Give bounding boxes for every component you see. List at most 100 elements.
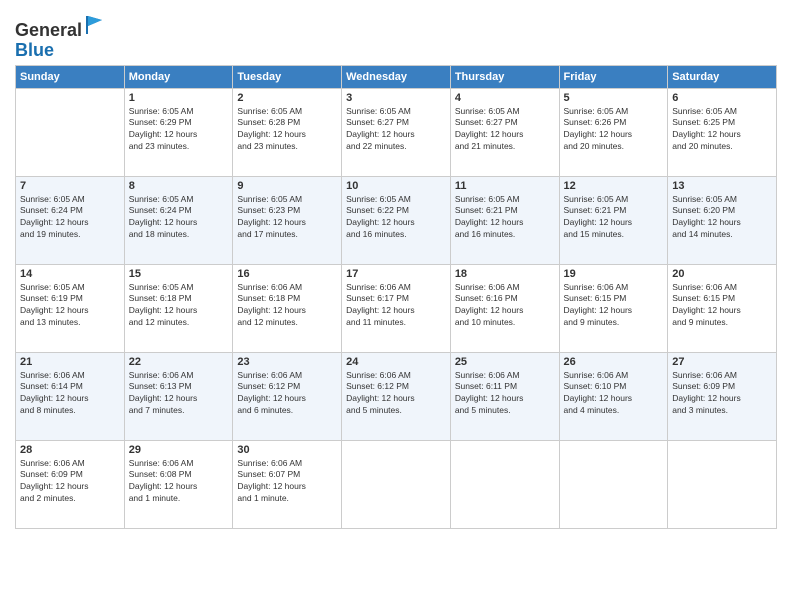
calendar-cell: 2 Sunrise: 6:05 AM Sunset: 6:28 PM Daylig… [233, 88, 342, 176]
calendar-cell: 24 Sunrise: 6:06 AM Sunset: 6:12 PM Dayli… [342, 352, 451, 440]
day-info: Sunrise: 6:06 AM Sunset: 6:10 PM Dayligh… [564, 370, 664, 418]
calendar-cell: 7 Sunrise: 6:05 AM Sunset: 6:24 PM Daylig… [16, 176, 125, 264]
day-number: 16 [237, 268, 337, 280]
weekday-header-monday: Monday [124, 65, 233, 88]
calendar-cell [16, 88, 125, 176]
day-info: Sunrise: 6:06 AM Sunset: 6:09 PM Dayligh… [20, 458, 120, 506]
day-info: Sunrise: 6:05 AM Sunset: 6:24 PM Dayligh… [129, 194, 229, 242]
day-info: Sunrise: 6:06 AM Sunset: 6:16 PM Dayligh… [455, 282, 555, 330]
day-info: Sunrise: 6:05 AM Sunset: 6:23 PM Dayligh… [237, 194, 337, 242]
day-info: Sunrise: 6:05 AM Sunset: 6:27 PM Dayligh… [455, 106, 555, 154]
calendar-cell: 8 Sunrise: 6:05 AM Sunset: 6:24 PM Daylig… [124, 176, 233, 264]
day-number: 10 [346, 180, 446, 192]
weekday-header-row: SundayMondayTuesdayWednesdayThursdayFrid… [16, 65, 777, 88]
calendar-cell: 15 Sunrise: 6:05 AM Sunset: 6:18 PM Dayli… [124, 264, 233, 352]
day-number: 11 [455, 180, 555, 192]
calendar-cell: 14 Sunrise: 6:05 AM Sunset: 6:19 PM Dayli… [16, 264, 125, 352]
calendar-week-row: 21 Sunrise: 6:06 AM Sunset: 6:14 PM Dayli… [16, 352, 777, 440]
calendar-table: SundayMondayTuesdayWednesdayThursdayFrid… [15, 65, 777, 529]
calendar-cell: 19Sunrise: 6:06 AM Sunset: 6:15 PM Dayli… [559, 264, 668, 352]
day-number: 21 [20, 356, 120, 368]
day-info: Sunrise: 6:06 AM Sunset: 6:13 PM Dayligh… [129, 370, 229, 418]
calendar-week-row: 28 Sunrise: 6:06 AM Sunset: 6:09 PM Dayli… [16, 440, 777, 528]
weekday-header-saturday: Saturday [668, 65, 777, 88]
day-number: 15 [129, 268, 229, 280]
calendar-cell: 1 Sunrise: 6:05 AM Sunset: 6:29 PM Daylig… [124, 88, 233, 176]
day-number: 9 [237, 180, 337, 192]
calendar-cell: 12 Sunrise: 6:05 AM Sunset: 6:21 PM Dayli… [559, 176, 668, 264]
calendar-cell: 27 Sunrise: 6:06 AM Sunset: 6:09 PM Dayli… [668, 352, 777, 440]
day-number: 27 [672, 356, 772, 368]
day-info: Sunrise: 6:05 AM Sunset: 6:24 PM Dayligh… [20, 194, 120, 242]
day-number: 1 [129, 92, 229, 104]
day-number: 6 [672, 92, 772, 104]
day-number: 29 [129, 444, 229, 456]
calendar-cell [450, 440, 559, 528]
calendar-cell: 18 Sunrise: 6:06 AM Sunset: 6:16 PM Dayli… [450, 264, 559, 352]
day-info: Sunrise: 6:06 AM Sunset: 6:12 PM Dayligh… [237, 370, 337, 418]
calendar-cell: 5 Sunrise: 6:05 AM Sunset: 6:26 PM Daylig… [559, 88, 668, 176]
day-info: Sunrise: 6:05 AM Sunset: 6:18 PM Dayligh… [129, 282, 229, 330]
day-info: Sunrise: 6:06 AM Sunset: 6:11 PM Dayligh… [455, 370, 555, 418]
calendar-cell: 16 Sunrise: 6:06 AM Sunset: 6:18 PM Dayli… [233, 264, 342, 352]
calendar-cell: 26 Sunrise: 6:06 AM Sunset: 6:10 PM Dayli… [559, 352, 668, 440]
calendar-cell: 9 Sunrise: 6:05 AM Sunset: 6:23 PM Daylig… [233, 176, 342, 264]
day-number: 12 [564, 180, 664, 192]
logo-blue: Blue [15, 40, 54, 60]
weekday-header-tuesday: Tuesday [233, 65, 342, 88]
day-info: Sunrise: 6:05 AM Sunset: 6:28 PM Dayligh… [237, 106, 337, 154]
day-number: 13 [672, 180, 772, 192]
day-info: Sunrise: 6:06 AM Sunset: 6:08 PM Dayligh… [129, 458, 229, 506]
calendar-cell [559, 440, 668, 528]
calendar-cell: 29 Sunrise: 6:06 AM Sunset: 6:08 PM Dayli… [124, 440, 233, 528]
day-info: Sunrise: 6:05 AM Sunset: 6:20 PM Dayligh… [672, 194, 772, 242]
day-info: Sunrise: 6:06 AM Sunset: 6:09 PM Dayligh… [672, 370, 772, 418]
calendar-week-row: 7 Sunrise: 6:05 AM Sunset: 6:24 PM Daylig… [16, 176, 777, 264]
day-info: Sunrise: 6:05 AM Sunset: 6:22 PM Dayligh… [346, 194, 446, 242]
calendar-cell [342, 440, 451, 528]
day-number: 25 [455, 356, 555, 368]
calendar-cell: 22 Sunrise: 6:06 AM Sunset: 6:13 PM Dayli… [124, 352, 233, 440]
day-number: 22 [129, 356, 229, 368]
day-number: 26 [564, 356, 664, 368]
weekday-header-sunday: Sunday [16, 65, 125, 88]
weekday-header-wednesday: Wednesday [342, 65, 451, 88]
calendar-cell [668, 440, 777, 528]
calendar-cell: 11Sunrise: 6:05 AM Sunset: 6:21 PM Dayli… [450, 176, 559, 264]
calendar-cell: 6 Sunrise: 6:05 AM Sunset: 6:25 PM Daylig… [668, 88, 777, 176]
day-number: 3 [346, 92, 446, 104]
day-info: Sunrise: 6:06 AM Sunset: 6:12 PM Dayligh… [346, 370, 446, 418]
calendar-cell: 4 Sunrise: 6:05 AM Sunset: 6:27 PM Daylig… [450, 88, 559, 176]
logo-general: General [15, 20, 82, 40]
day-info: Sunrise: 6:06 AM Sunset: 6:14 PM Dayligh… [20, 370, 120, 418]
day-info: Sunrise: 6:05 AM Sunset: 6:25 PM Dayligh… [672, 106, 772, 154]
calendar-cell: 17 Sunrise: 6:06 AM Sunset: 6:17 PM Dayli… [342, 264, 451, 352]
day-info: Sunrise: 6:05 AM Sunset: 6:26 PM Dayligh… [564, 106, 664, 154]
day-number: 18 [455, 268, 555, 280]
day-number: 19 [564, 268, 664, 280]
day-number: 28 [20, 444, 120, 456]
calendar-cell: 20Sunrise: 6:06 AM Sunset: 6:15 PM Dayli… [668, 264, 777, 352]
day-number: 24 [346, 356, 446, 368]
day-info: Sunrise: 6:05 AM Sunset: 6:29 PM Dayligh… [129, 106, 229, 154]
day-info: Sunrise: 6:06 AM Sunset: 6:17 PM Dayligh… [346, 282, 446, 330]
calendar-cell: 3 Sunrise: 6:05 AM Sunset: 6:27 PM Daylig… [342, 88, 451, 176]
day-number: 2 [237, 92, 337, 104]
logo-flag-icon [84, 14, 106, 36]
calendar-cell: 13 Sunrise: 6:05 AM Sunset: 6:20 PM Dayli… [668, 176, 777, 264]
day-number: 14 [20, 268, 120, 280]
day-number: 17 [346, 268, 446, 280]
page-header: General Blue [15, 10, 777, 61]
day-info: Sunrise: 6:05 AM Sunset: 6:27 PM Dayligh… [346, 106, 446, 154]
calendar-cell: 30Sunrise: 6:06 AM Sunset: 6:07 PM Dayli… [233, 440, 342, 528]
day-number: 4 [455, 92, 555, 104]
day-number: 30 [237, 444, 337, 456]
day-info: Sunrise: 6:05 AM Sunset: 6:19 PM Dayligh… [20, 282, 120, 330]
day-info: Sunrise: 6:06 AM Sunset: 6:18 PM Dayligh… [237, 282, 337, 330]
day-number: 7 [20, 180, 120, 192]
day-number: 8 [129, 180, 229, 192]
calendar-cell: 10 Sunrise: 6:05 AM Sunset: 6:22 PM Dayli… [342, 176, 451, 264]
day-info: Sunrise: 6:06 AM Sunset: 6:15 PM Dayligh… [672, 282, 772, 330]
day-number: 5 [564, 92, 664, 104]
day-info: Sunrise: 6:05 AM Sunset: 6:21 PM Dayligh… [564, 194, 664, 242]
